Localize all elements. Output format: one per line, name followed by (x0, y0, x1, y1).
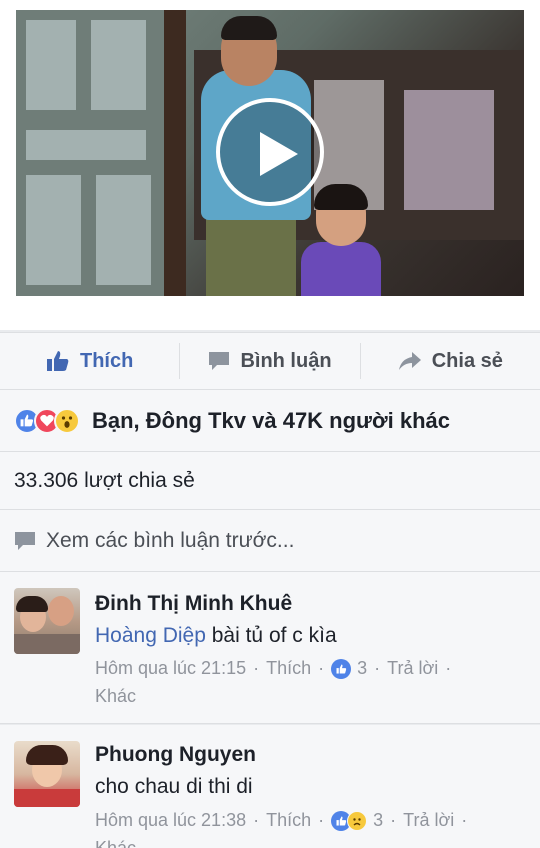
comment-meta: Hôm qua lúc 21:38 · Thích · 3 · Trả lời … (95, 810, 468, 831)
comment-reply-link[interactable]: Trả lời (387, 658, 438, 679)
view-previous-comments-label: Xem các bình luận trước... (46, 528, 295, 552)
share-button-label: Chia sẻ (431, 349, 503, 372)
reaction-icons (14, 407, 80, 434)
comment-item: Phuong Nguyen cho chau di thi di Hôm qua… (0, 725, 540, 848)
comment-button-label: Bình luận (240, 349, 332, 372)
reactions-summary-text: Bạn, Đông Tkv và 47K người khác (92, 407, 450, 433)
comment-icon (209, 352, 230, 370)
like-button-label: Thích (79, 349, 134, 372)
comment-body: bài tủ of c kìa (205, 624, 337, 647)
share-count-text: 33.306 lượt chia sẻ (14, 468, 195, 492)
mentioned-user[interactable]: Hoàng Diệp (95, 624, 206, 647)
comment-author[interactable]: Đinh Thị Minh Khuê (95, 592, 292, 616)
comment-more-link[interactable]: Khác (95, 686, 136, 707)
comment-more-link[interactable]: Khác (95, 838, 136, 848)
video-scene-door (16, 10, 166, 296)
post-action-bar: Thích Bình luận Chia sẻ (0, 332, 540, 390)
comment-button[interactable]: Bình luận (180, 333, 359, 389)
play-button[interactable] (216, 98, 324, 206)
comment-author[interactable]: Phuong Nguyen (95, 743, 256, 767)
avatar[interactable] (14, 741, 80, 807)
comment-like-link[interactable]: Thích (266, 810, 311, 831)
thumbs-up-icon (46, 351, 69, 371)
comment-like-link[interactable]: Thích (266, 658, 311, 679)
comment-reaction-count[interactable]: 3 (357, 658, 367, 679)
share-count[interactable]: 33.306 lượt chia sẻ (0, 452, 540, 510)
share-icon (398, 352, 421, 370)
comment-text: cho chau di thi di (95, 775, 253, 799)
sad-icon (347, 810, 368, 831)
comment-text: Hoàng Diệp bài tủ of c kìa (95, 624, 337, 648)
reactions-summary[interactable]: Bạn, Đông Tkv và 47K người khác (0, 390, 540, 452)
like-icon (331, 658, 352, 679)
comment-body: cho chau di thi di (95, 775, 253, 798)
wow-icon (54, 407, 80, 434)
play-icon (260, 132, 298, 176)
comment-bubble-icon (15, 531, 35, 550)
comment-reaction-count[interactable]: 3 (373, 810, 383, 831)
video-player[interactable] (16, 10, 524, 296)
comment-reply-link[interactable]: Trả lời (403, 810, 454, 831)
comment-item: Đinh Thị Minh Khuê Hoàng Diệp bài tủ of … (0, 572, 540, 724)
comment-time[interactable]: Hôm qua lúc 21:15 (95, 658, 246, 679)
avatar[interactable] (14, 588, 80, 654)
comment-meta: Hôm qua lúc 21:15 · Thích · 3 · Trả lời … (95, 658, 452, 679)
comment-time[interactable]: Hôm qua lúc 21:38 (95, 810, 246, 831)
share-button[interactable]: Chia sẻ (361, 333, 540, 389)
like-button[interactable]: Thích (0, 333, 179, 389)
view-previous-comments[interactable]: Xem các bình luận trước... (0, 510, 540, 572)
